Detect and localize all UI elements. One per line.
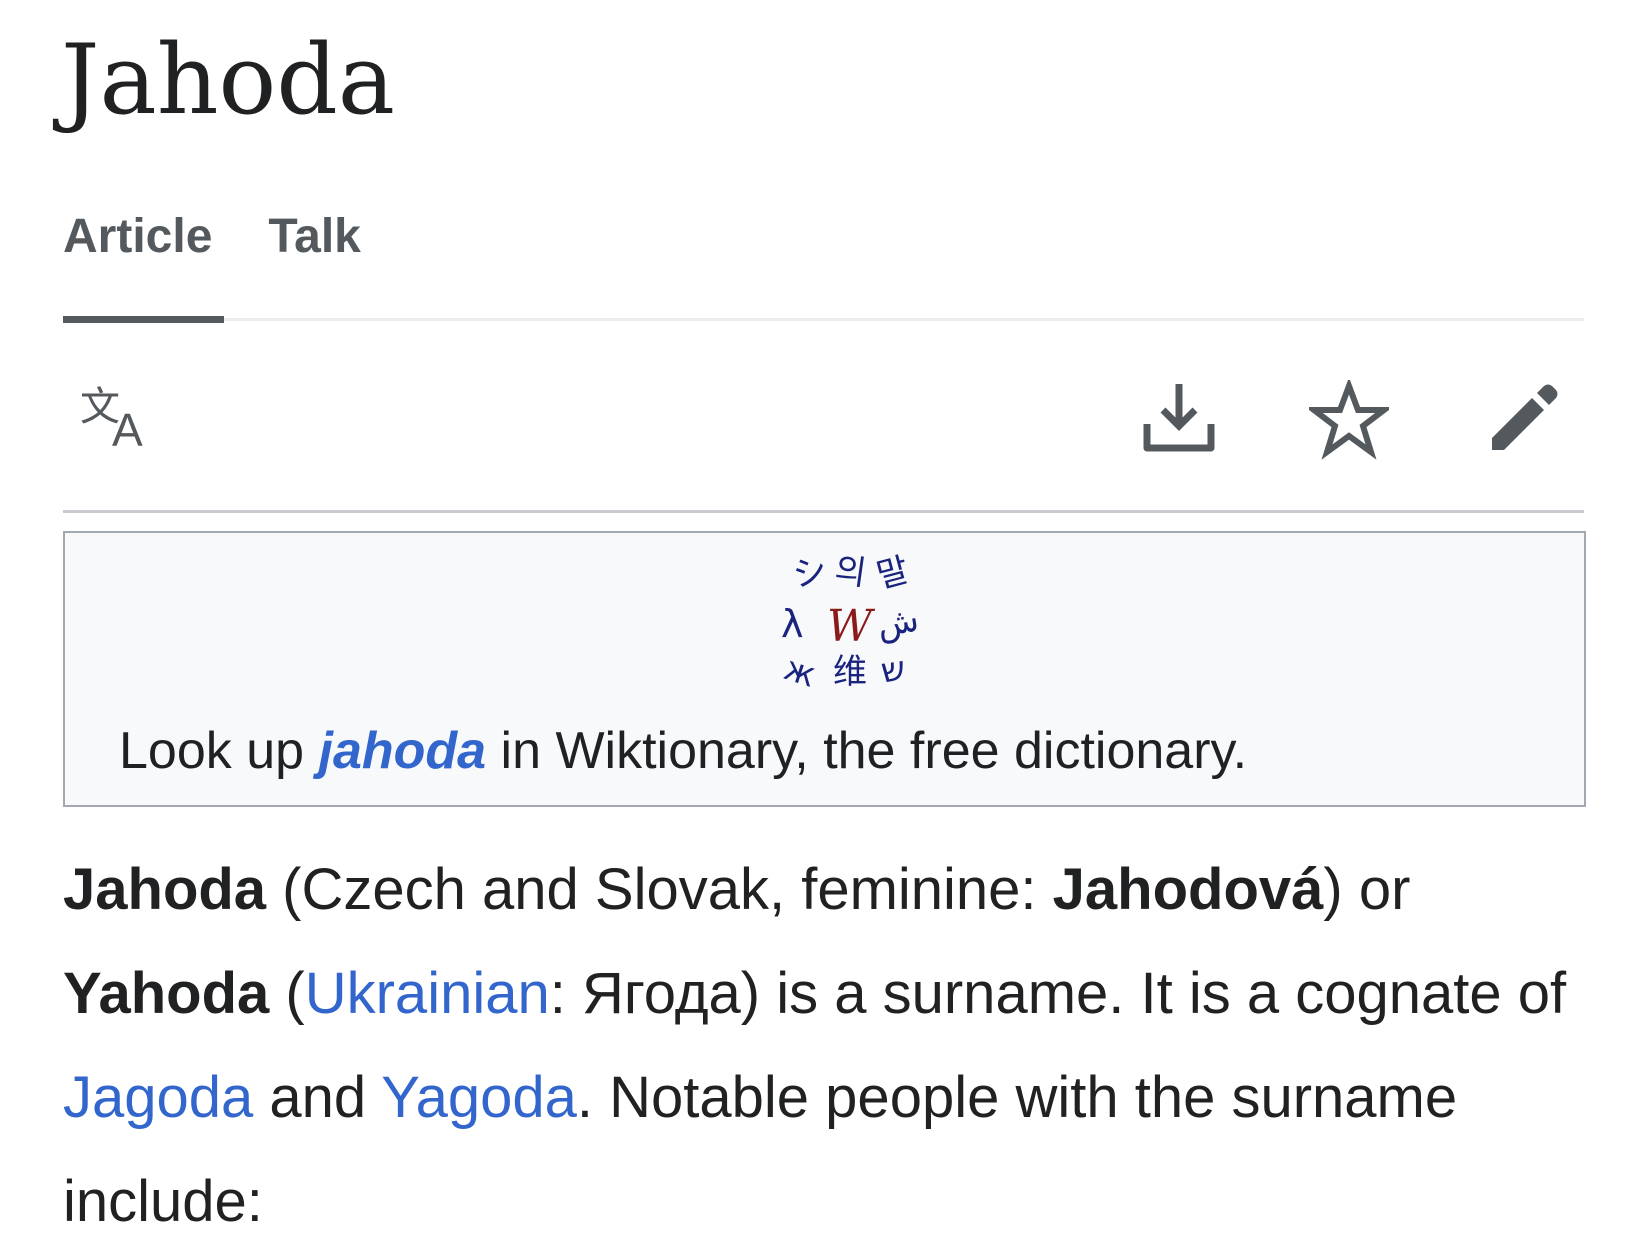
svg-text:シ: シ (789, 550, 831, 596)
tabs-divider (63, 318, 1584, 321)
bold-term-jahoda: Jahoda (63, 857, 267, 922)
svg-text:维: 维 (833, 652, 867, 692)
tab-talk[interactable]: Talk (268, 205, 360, 269)
svg-text:W: W (827, 601, 876, 652)
toolbar-divider (63, 510, 1584, 513)
wiktionary-text: Look up jahoda in Wiktionary, the free d… (119, 718, 1247, 784)
star-icon[interactable] (1305, 377, 1393, 460)
svg-text:ש: ש (878, 649, 907, 692)
svg-text:ش: ش (874, 599, 922, 646)
wiktionary-logo-icon: シ 의 말 λ ش ж 维 ש W (779, 550, 922, 693)
wiktionary-box: シ 의 말 λ ش ж 维 ש W Look up jahoda in Wikt… (63, 531, 1586, 807)
link-jagoda[interactable]: Jagoda (63, 1065, 253, 1130)
svg-text:A: A (112, 404, 143, 456)
svg-text:의: 의 (832, 550, 869, 594)
page-tabs: Article Talk (63, 205, 361, 269)
wiktionary-link[interactable]: jahoda (319, 722, 487, 780)
bold-term-jahodova: Jahodová (1052, 857, 1324, 922)
link-ukrainian[interactable]: Ukrainian (305, 961, 550, 1026)
svg-text:ж: ж (779, 648, 821, 693)
language-icon[interactable]: 文 A (78, 380, 158, 460)
intro-paragraph: Jahoda (Czech and Slovak, feminine: Jaho… (63, 857, 1567, 1234)
svg-text:λ: λ (781, 602, 804, 646)
bold-term-yahoda: Yahoda (63, 961, 270, 1026)
link-yagoda[interactable]: Yagoda (381, 1065, 577, 1130)
wiktionary-suffix: in Wiktionary, the free dictionary. (486, 722, 1248, 780)
edit-icon[interactable] (1482, 380, 1562, 460)
active-tab-indicator (63, 316, 224, 323)
wiktionary-prefix: Look up (119, 722, 319, 780)
page-title: Jahoda (61, 24, 396, 136)
download-icon[interactable] (1139, 380, 1219, 460)
tab-article[interactable]: Article (63, 205, 212, 269)
svg-text:말: 말 (873, 550, 914, 597)
